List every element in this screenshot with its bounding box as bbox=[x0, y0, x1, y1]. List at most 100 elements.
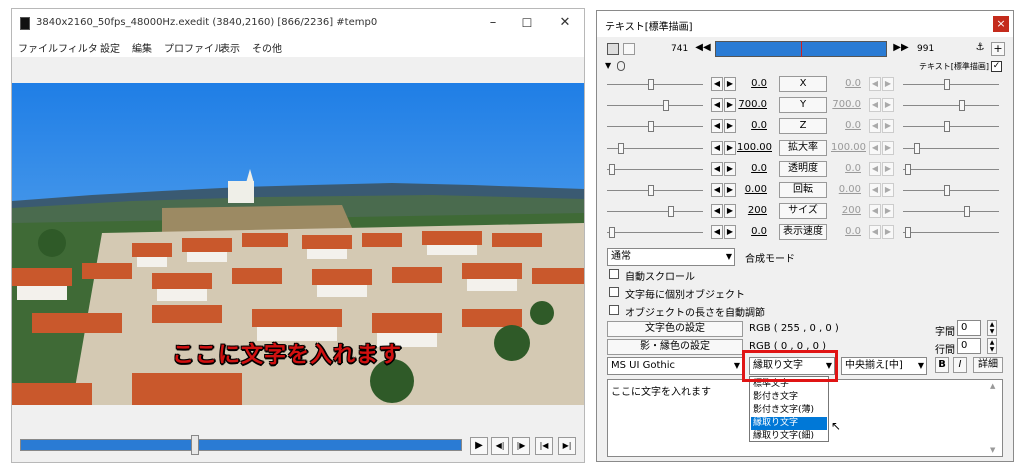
collapse-icon[interactable]: ▼ bbox=[605, 61, 611, 70]
detail-button[interactable]: 詳細 bbox=[973, 357, 1003, 373]
end-value[interactable]: 200 bbox=[831, 205, 861, 216]
param-button[interactable]: Y bbox=[779, 97, 827, 114]
option-shadow-light[interactable]: 影付き文字(薄) bbox=[751, 404, 827, 417]
start-slider[interactable] bbox=[607, 142, 703, 154]
end-value[interactable]: 100.00 bbox=[831, 142, 866, 153]
camera-icon[interactable] bbox=[607, 43, 619, 55]
menu-profile[interactable]: プロファイル bbox=[164, 40, 224, 55]
seek-handle[interactable] bbox=[191, 435, 200, 455]
camera-off-icon[interactable] bbox=[623, 43, 635, 55]
slider-knob[interactable] bbox=[662, 100, 669, 112]
start-value[interactable]: 0.0 bbox=[737, 163, 767, 174]
start-value[interactable]: 100.00 bbox=[737, 142, 772, 153]
prev-frame-icon[interactable]: ◀| bbox=[491, 437, 509, 455]
decrement-icon[interactable]: ◀ bbox=[711, 225, 723, 240]
decrement-icon[interactable]: ◀ bbox=[711, 98, 723, 113]
next-frame-icon[interactable]: |▶ bbox=[512, 437, 530, 455]
goto-start-icon[interactable]: |◀ bbox=[535, 437, 553, 455]
start-value[interactable]: 200 bbox=[737, 205, 767, 216]
end-slider[interactable] bbox=[903, 206, 999, 218]
increment-icon[interactable]: ▶ bbox=[724, 183, 736, 197]
param-button[interactable]: Z bbox=[779, 118, 827, 135]
slider-knob[interactable] bbox=[913, 142, 920, 154]
decrement-icon[interactable]: ◀ bbox=[711, 140, 723, 155]
start-value[interactable]: 0.0 bbox=[737, 120, 767, 131]
decoration-dropdown-list[interactable]: 標準文字 影付き文字 影付き文字(薄) 縁取り文字 縁取り文字(細) bbox=[749, 376, 829, 442]
line-spacing-input[interactable]: 0 bbox=[957, 338, 981, 354]
start-slider[interactable] bbox=[607, 227, 703, 239]
increment-icon[interactable]: ▶ bbox=[724, 98, 736, 113]
menu-file[interactable]: ファイル bbox=[18, 40, 58, 55]
slider-knob[interactable] bbox=[958, 100, 965, 112]
param-button[interactable]: 表示速度 bbox=[779, 224, 827, 241]
line-spacing-stepper[interactable]: ▲ ▼ bbox=[987, 338, 997, 354]
goto-end-icon[interactable]: ▶| bbox=[558, 437, 576, 455]
end-value[interactable]: 0.00 bbox=[831, 184, 861, 195]
end-slider[interactable] bbox=[903, 79, 999, 90]
pin-icon[interactable]: ⚓ bbox=[973, 42, 987, 56]
end-value[interactable]: 0.0 bbox=[831, 226, 861, 237]
menu-view[interactable]: 表示 bbox=[220, 40, 240, 55]
start-slider[interactable] bbox=[607, 163, 703, 175]
caption-text[interactable]: ここに文字を入れます bbox=[172, 337, 402, 369]
blend-mode-select[interactable]: 通常 ▼ bbox=[607, 248, 735, 266]
increment-icon[interactable]: ▶ bbox=[882, 140, 894, 155]
increment-icon[interactable]: ▶ bbox=[882, 204, 894, 219]
param-button[interactable]: X bbox=[779, 76, 827, 92]
text-color-button[interactable]: 文字色の設定 bbox=[607, 321, 743, 337]
start-slider[interactable] bbox=[607, 185, 703, 196]
decrement-icon[interactable]: ◀ bbox=[869, 77, 881, 91]
decrement-icon[interactable]: ◀ bbox=[869, 119, 881, 134]
maximize-icon[interactable]: ☐ bbox=[516, 13, 538, 33]
frame-prev-icon[interactable]: ◀◀ bbox=[695, 42, 711, 57]
menu-settings[interactable]: 設定 bbox=[100, 40, 120, 55]
slider-knob[interactable] bbox=[964, 206, 971, 218]
menu-other[interactable]: その他 bbox=[252, 40, 282, 55]
slider-knob[interactable] bbox=[647, 185, 654, 196]
char-spacing-stepper[interactable]: ▲ ▼ bbox=[987, 320, 997, 336]
decrement-icon[interactable]: ◀ bbox=[869, 183, 881, 197]
scroll-up-icon[interactable]: ▲ bbox=[990, 382, 995, 390]
start-value[interactable]: 700.0 bbox=[737, 99, 767, 110]
increment-icon[interactable]: ▶ bbox=[882, 119, 894, 134]
increment-icon[interactable]: ▶ bbox=[724, 119, 736, 134]
close-icon[interactable]: ✕ bbox=[554, 13, 576, 33]
increment-icon[interactable]: ▶ bbox=[724, 77, 736, 91]
end-slider[interactable] bbox=[903, 100, 999, 112]
slider-knob[interactable] bbox=[668, 206, 675, 218]
shadow-color-button[interactable]: 影・縁色の設定 bbox=[607, 339, 743, 355]
menu-edit[interactable]: 編集 bbox=[132, 40, 152, 55]
slider-knob[interactable] bbox=[904, 163, 911, 175]
option-shadow[interactable]: 影付き文字 bbox=[751, 391, 827, 404]
param-button[interactable]: 拡大率 bbox=[779, 139, 827, 156]
char-spacing-input[interactable]: 0 bbox=[957, 320, 981, 336]
start-slider[interactable] bbox=[607, 206, 703, 218]
increment-icon[interactable]: ▶ bbox=[882, 225, 894, 240]
decrement-icon[interactable]: ◀ bbox=[869, 140, 881, 155]
option-outline-thin[interactable]: 縁取り文字(細) bbox=[751, 430, 827, 443]
decrement-icon[interactable]: ◀ bbox=[869, 161, 881, 176]
slider-knob[interactable] bbox=[943, 79, 950, 90]
start-value[interactable]: 0.0 bbox=[737, 78, 767, 89]
slider-knob[interactable] bbox=[647, 79, 654, 90]
slider-knob[interactable] bbox=[608, 163, 615, 175]
end-slider[interactable] bbox=[903, 185, 999, 196]
param-button[interactable]: サイズ bbox=[779, 203, 827, 220]
increment-icon[interactable]: ▶ bbox=[724, 161, 736, 176]
slider-knob[interactable] bbox=[617, 142, 624, 154]
increment-icon[interactable]: ▶ bbox=[882, 161, 894, 176]
decrement-icon[interactable]: ◀ bbox=[869, 98, 881, 113]
end-slider[interactable] bbox=[903, 163, 999, 175]
param-button[interactable]: 回転 bbox=[779, 182, 827, 198]
end-slider[interactable] bbox=[903, 227, 999, 239]
increment-icon[interactable]: ▶ bbox=[724, 140, 736, 155]
seek-bar[interactable] bbox=[20, 439, 462, 451]
param-button[interactable]: 透明度 bbox=[779, 160, 827, 177]
decrement-icon[interactable]: ◀ bbox=[711, 204, 723, 219]
increment-icon[interactable]: ▶ bbox=[882, 77, 894, 91]
scroll-down-icon[interactable]: ▼ bbox=[990, 446, 995, 454]
italic-button[interactable]: I bbox=[953, 357, 967, 373]
minimize-icon[interactable]: – bbox=[482, 13, 504, 33]
per-char-object-checkbox[interactable] bbox=[609, 287, 619, 297]
start-value[interactable]: 0.0 bbox=[737, 226, 767, 237]
